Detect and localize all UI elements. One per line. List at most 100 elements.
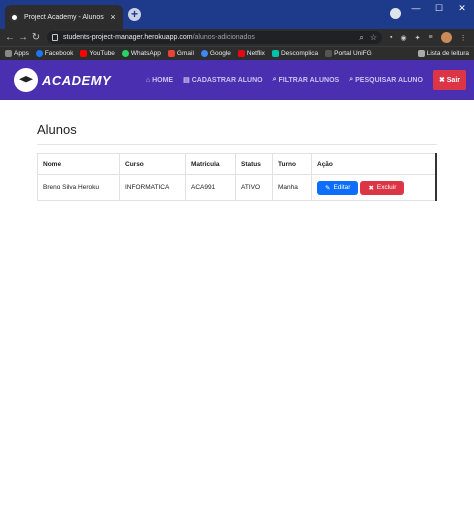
column-header: Turno [272,153,312,175]
logout-label: Sair [446,77,460,84]
profile-avatar[interactable] [440,32,452,43]
bookmark-gmail[interactable]: Gmail [167,50,194,57]
close-icon: ✖ [438,77,445,84]
edit-label: Editar [333,184,351,191]
portal-icon [325,50,333,57]
browser-tab[interactable]: Project Academy - Alunos × [5,5,123,29]
column-header: Matricula [185,153,236,175]
puzzle-icon[interactable]: ✦ [415,34,421,42]
reading-list-icon [417,50,425,57]
nav-cadastrar-aluno[interactable]: ▤ CADASTRAR ALUNO [183,76,263,85]
lock-icon [52,34,58,41]
minimize-icon[interactable]: — [405,0,427,16]
cell-matricula: ACA991 [185,174,236,201]
whatsapp-icon [121,50,129,57]
column-header: Ação [311,153,437,175]
delete-button[interactable]: ✖ Excluir [360,180,405,195]
facebook-icon [35,50,43,57]
bookmark-label: Netflix [246,50,265,57]
google-icon [200,50,208,57]
logo-text: ACADEMY [42,72,112,88]
graduation-cap-icon [14,68,38,92]
bookmark-netflix[interactable]: Netflix [237,50,265,57]
cell-status: ATIVO [235,174,273,201]
search-icon: ⌕ [272,76,277,83]
bookmark-label: Apps [14,50,29,57]
bookmarks-bar: Apps Facebook YouTube WhatsApp Gmail Goo… [0,46,474,60]
nav-home-label: HOME [152,76,174,84]
menu-icon[interactable]: ≡ [428,34,432,41]
search-icon: ⌕ [349,76,354,83]
main-content: Alunos Nome Curso Matricula Status Turno… [0,100,474,201]
address-bar[interactable]: students-project-manager.herokuapp.com/a… [47,31,382,44]
new-tab-button[interactable]: + [128,8,141,21]
app-navbar: ACADEMY ⌂ HOME ▤ CADASTRAR ALUNO ⌕ FILTRAR … [0,60,474,100]
academy-logo[interactable]: ACADEMY [14,68,111,92]
url-path: /alunos-adicionados [192,34,255,41]
table-header-row: Nome Curso Matricula Status Turno Ação [37,153,437,175]
tab-close-icon[interactable]: × [108,12,118,22]
nav-home[interactable]: ⌂ HOME [146,77,173,84]
bookmark-label: Descomplica [280,50,319,57]
cell-nome: Breno Silva Heroku [37,174,120,201]
browser-titlebar: Project Academy - Alunos × + — ☐ ✕ [0,0,474,29]
maximize-icon[interactable]: ☐ [428,0,450,16]
bookmark-label: YouTube [89,50,115,57]
bookmark-facebook[interactable]: Facebook [35,50,74,57]
bookmark-label: WhatsApp [130,50,161,57]
nav-pesquisar-aluno[interactable]: ⌕ PESQUISAR ALUNO [349,76,423,84]
column-header: Curso [119,153,186,175]
tab-favicon-icon [10,12,19,22]
forward-icon[interactable]: → [17,32,29,43]
nav-cadastrar-label: CADASTRAR ALUNO [191,76,263,84]
bookmark-label: Gmail [176,50,194,57]
bookmark-label: Google [209,50,231,57]
back-icon[interactable]: ← [4,32,16,43]
reload-icon[interactable]: ↻ [30,32,42,43]
star-icon[interactable]: ☆ [370,33,377,43]
search-icon[interactable]: ⌕ [359,33,363,43]
bookmark-google[interactable]: Google [200,50,231,57]
column-header: Status [235,153,273,175]
page-title: Alunos [37,122,437,145]
bookmark-whatsapp[interactable]: WhatsApp [121,50,161,57]
url-host: students-project-manager.herokuapp.com [63,34,193,41]
reading-list[interactable]: Lista de leitura [417,50,469,57]
bookmark-apps[interactable]: Apps [5,50,29,57]
home-icon: ⌂ [145,76,151,84]
apps-grid-icon [5,50,12,57]
table-row: Breno Silva Heroku INFORMATICA ACA991 AT… [37,174,437,201]
edit-icon: ✎ [325,184,331,192]
netflix-icon [237,50,245,57]
clipboard-icon: ▤ [183,77,190,84]
extension-icon[interactable]: ▪ [390,34,392,41]
bookmark-youtube[interactable]: YouTube [80,50,115,57]
bookmark-portal-unifg[interactable]: Portal UniFG [325,50,372,57]
bookmark-descomplica[interactable]: Descomplica [271,50,319,57]
cell-actions: ✎ Editar ✖ Excluir [311,174,437,201]
nav-pesquisar-label: PESQUISAR ALUNO [355,76,423,84]
close-window-icon[interactable]: ✕ [451,0,473,16]
nav-filtrar-label: FILTRAR ALUNOS [278,76,340,84]
cell-curso: INFORMATICA [119,174,186,201]
reading-list-label: Lista de leitura [426,50,469,57]
delete-label: Excluir [376,184,397,191]
bookmark-label: Facebook [44,50,74,57]
edit-button[interactable]: ✎ Editar [317,180,359,195]
descomplica-icon [271,50,279,57]
close-icon: ✖ [368,184,374,192]
profile-indicator-icon[interactable] [390,8,401,19]
browser-toolbar: ← → ↻ students-project-manager.herokuapp… [0,29,474,46]
eye-icon[interactable]: ◉ [400,34,406,42]
tab-title: Project Academy - Alunos [24,13,104,21]
column-header: Nome [37,153,120,175]
youtube-icon [80,50,88,57]
url-text: students-project-manager.herokuapp.com/a… [63,34,255,41]
gmail-icon [167,50,175,57]
cell-turno: Manha [272,174,312,201]
nav-filtrar-alunos[interactable]: ⌕ FILTRAR ALUNOS [273,76,340,84]
students-table: Nome Curso Matricula Status Turno Ação B… [37,153,437,201]
logout-button[interactable]: ✖ Sair [432,70,466,90]
bookmark-label: Portal UniFG [334,50,372,57]
more-icon[interactable]: ⋮ [460,34,467,42]
